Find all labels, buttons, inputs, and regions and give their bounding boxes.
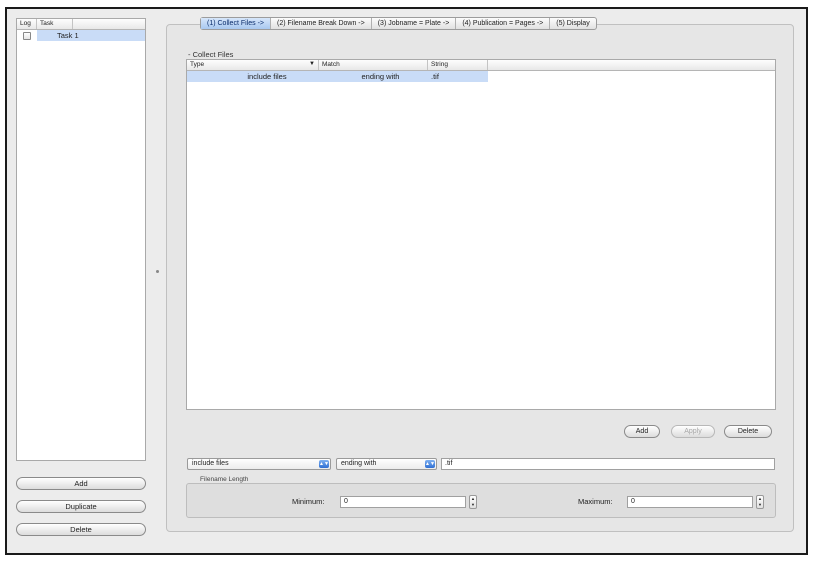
tab-publication-pages[interactable]: (4) Publication = Pages -> bbox=[456, 18, 551, 29]
rule-type-cell: include files bbox=[187, 71, 319, 82]
minimum-input[interactable]: 0 bbox=[340, 496, 466, 508]
column-header-task[interactable]: Task bbox=[37, 19, 73, 29]
filename-length-title: Filename Length bbox=[200, 476, 249, 483]
column-header-match[interactable]: Match bbox=[319, 60, 428, 70]
tab-filename-break-down[interactable]: (2) Filename Break Down -> bbox=[271, 18, 372, 29]
maximum-stepper[interactable]: ▲ ▼ bbox=[756, 495, 764, 509]
rules-table-header: Type ▼ Match String bbox=[187, 60, 775, 71]
match-select[interactable]: ending with ▲▼ bbox=[336, 458, 437, 470]
column-header-type[interactable]: Type ▼ bbox=[187, 60, 319, 70]
chevron-down-icon: ▼ bbox=[309, 61, 315, 67]
task-log-checkbox[interactable] bbox=[23, 31, 31, 40]
tab-jobname-plate[interactable]: (3) Jobname = Plate -> bbox=[372, 18, 457, 29]
minimum-stepper[interactable]: ▲ ▼ bbox=[469, 495, 477, 509]
task-row[interactable]: Task 1 bbox=[17, 30, 145, 41]
match-select-value: ending with bbox=[341, 460, 377, 467]
type-select[interactable]: include files ▲▼ bbox=[187, 458, 331, 470]
delete-rule-button[interactable]: Delete bbox=[724, 425, 772, 438]
column-header-type-label: Type bbox=[190, 61, 205, 68]
rule-match-cell: ending with bbox=[319, 71, 428, 82]
apply-rule-button[interactable]: Apply bbox=[671, 425, 715, 438]
section-title[interactable]: - Collect Files bbox=[188, 50, 233, 59]
chevron-updown-icon: ▲▼ bbox=[319, 460, 329, 468]
rule-string-cell: .tif bbox=[428, 71, 488, 82]
table-row[interactable]: include files ending with .tif bbox=[187, 71, 775, 82]
chevron-updown-icon: ▲▼ bbox=[425, 460, 435, 468]
minimum-label: Minimum: bbox=[292, 497, 325, 506]
task-name[interactable]: Task 1 bbox=[37, 30, 145, 41]
tab-collect-files[interactable]: (1) Collect Files -> bbox=[201, 18, 271, 29]
duplicate-task-button[interactable]: Duplicate bbox=[16, 500, 146, 513]
maximum-label: Maximum: bbox=[578, 497, 613, 506]
maximum-input[interactable]: 0 bbox=[627, 496, 753, 508]
tab-display[interactable]: (5) Display bbox=[550, 18, 595, 29]
column-header-string[interactable]: String bbox=[428, 60, 488, 70]
column-header-log[interactable]: Log bbox=[17, 19, 37, 29]
add-task-button[interactable]: Add bbox=[16, 477, 146, 490]
split-view-handle[interactable] bbox=[156, 270, 159, 273]
task-list[interactable]: Log Task Task 1 bbox=[16, 18, 146, 461]
tab-bar: (1) Collect Files -> (2) Filename Break … bbox=[200, 17, 597, 30]
task-log-cell bbox=[17, 31, 37, 40]
string-input[interactable]: .tif bbox=[441, 458, 775, 470]
rules-table[interactable]: Type ▼ Match String include files ending… bbox=[186, 59, 776, 410]
add-rule-button[interactable]: Add bbox=[624, 425, 660, 438]
delete-task-button[interactable]: Delete bbox=[16, 523, 146, 536]
task-list-header: Log Task bbox=[17, 19, 145, 30]
type-select-value: include files bbox=[192, 460, 229, 467]
